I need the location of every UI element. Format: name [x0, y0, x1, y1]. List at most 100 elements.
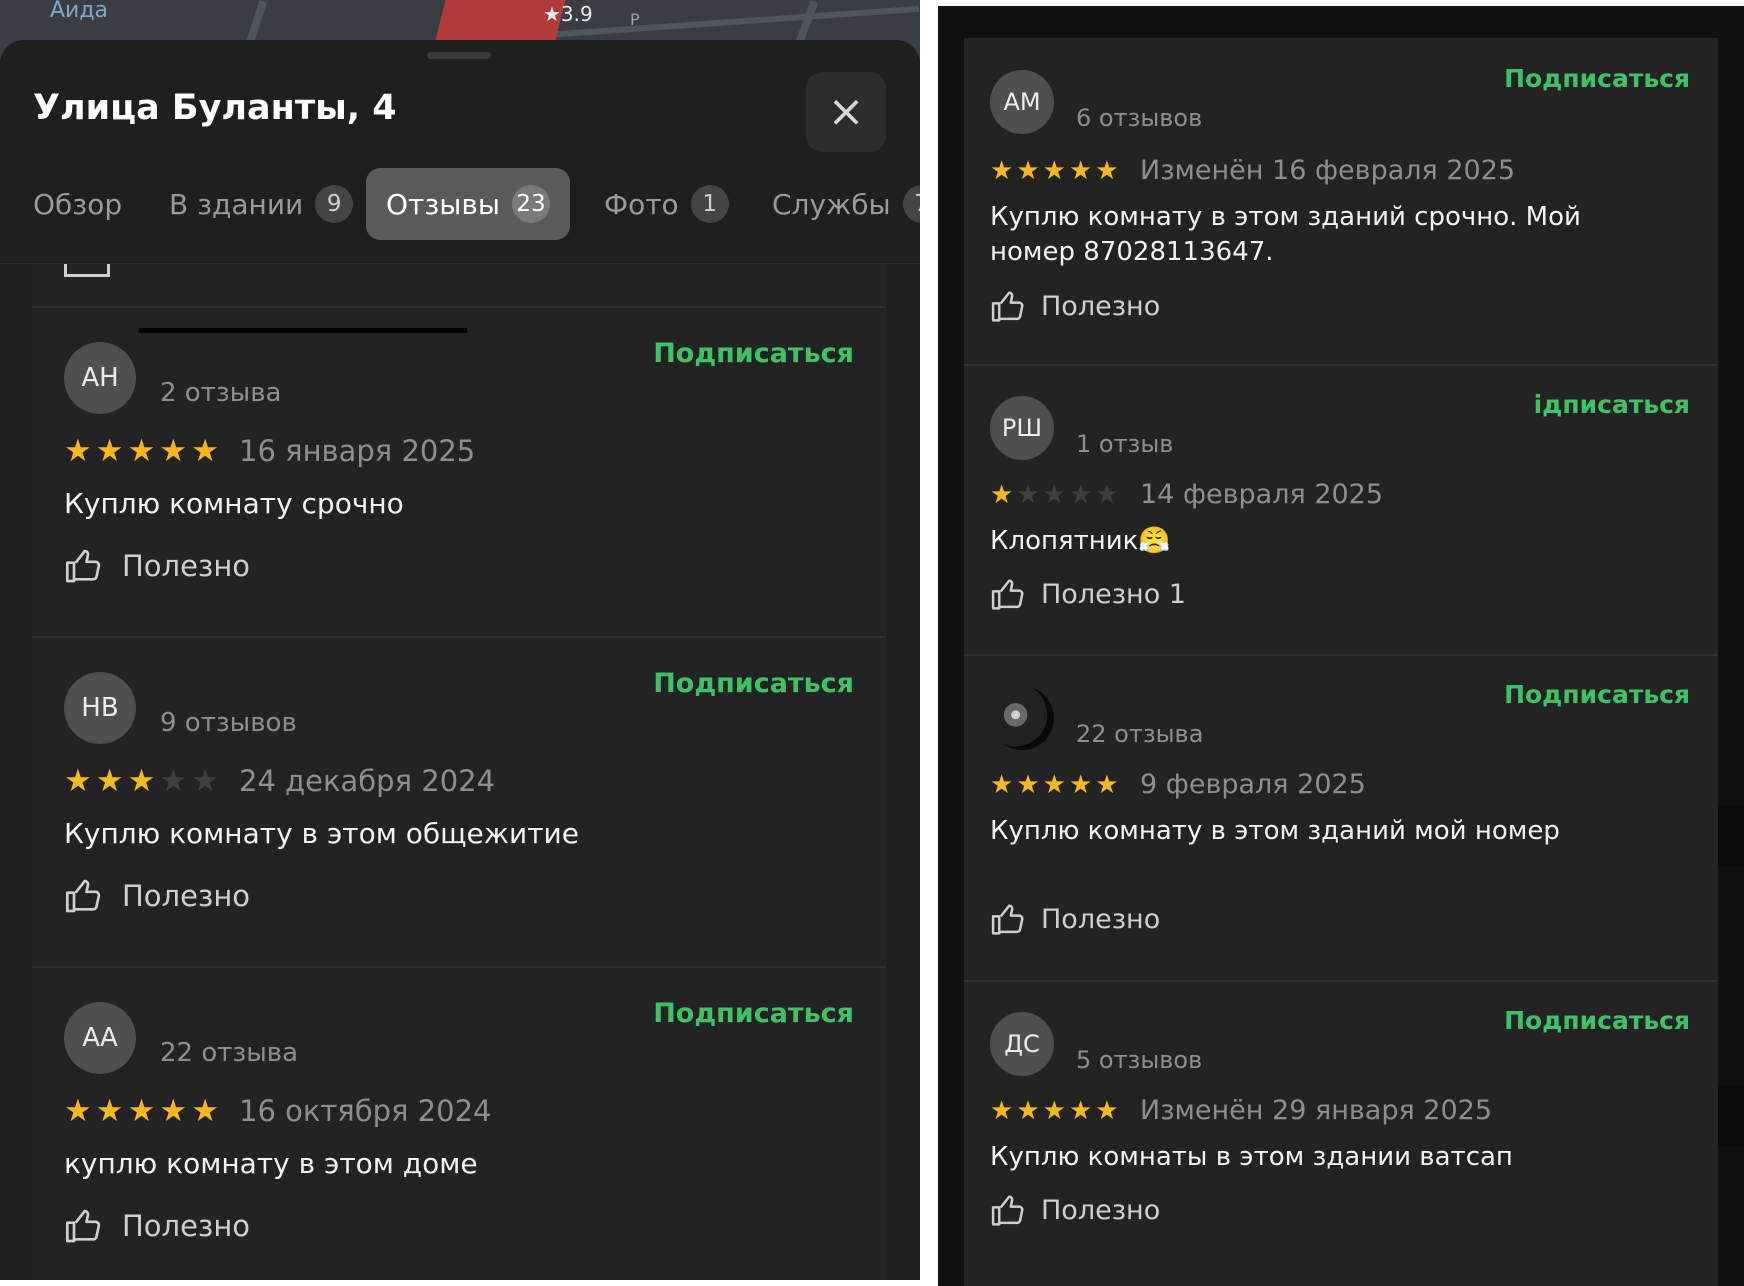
thumbs-up-icon	[66, 879, 101, 913]
star-filled-icon: ★	[990, 156, 1014, 186]
star-filled-icon: ★	[159, 433, 188, 469]
star-filled-icon: ★	[1042, 770, 1066, 800]
helpful-button[interactable]: Полезно	[64, 546, 250, 586]
map-rating-label: ★3.9	[543, 2, 593, 26]
tab-label: Службы	[772, 187, 891, 221]
star-filled-icon: ★	[191, 433, 219, 469]
tab-bar: Обзор В здании 9 Отзывы 23 Фото 1 Службы 7	[0, 168, 920, 240]
tab-photo[interactable]: Фото 1	[604, 168, 729, 240]
helpful-label: Полезно	[122, 1209, 251, 1243]
avatar[interactable]: НВ	[64, 672, 136, 744]
avatar[interactable]: РШ	[990, 396, 1054, 460]
drag-handle[interactable]	[427, 52, 491, 59]
star-filled-icon: ★	[127, 433, 156, 469]
edge-marker	[1718, 1086, 1744, 1146]
avatar[interactable]: ДС	[990, 1012, 1054, 1076]
review-list[interactable]: АН 2 отзыва Подписаться ★ ★ ★ ★ ★ 16 января …	[32, 264, 886, 1280]
tab-services[interactable]: Службы 7	[772, 168, 920, 240]
review-count: 5 отзывов	[1076, 1046, 1203, 1074]
review-text: Куплю комнаты в этом здании ватсап	[990, 1142, 1513, 1172]
review-card: ДС 5 отзывов Подписаться ★ ★ ★ ★ ★ Изменён 2…	[964, 980, 1718, 1274]
star-filled-icon: ★	[990, 770, 1014, 800]
helpful-button[interactable]: Полезно	[990, 1192, 1160, 1229]
star-filled-icon: ★	[1016, 1096, 1040, 1126]
star-rating: ★ ★ ★ ★ ★	[990, 1098, 1119, 1124]
review-count: 22 отзыва	[160, 1038, 299, 1068]
helpful-label: Полезно	[122, 549, 251, 583]
review-card: АМ 6 отзывов Подписаться ★ ★ ★ ★ ★ Изменён 1…	[964, 38, 1718, 364]
review-date: 9 февраля 2025	[1140, 769, 1366, 800]
review-card: РШ 1 отзыв ідписаться ★ ★ ★ ★ ★ 14 февраля 2…	[964, 364, 1718, 656]
tab-label: Отзывы	[386, 187, 500, 221]
edge-marker	[1718, 806, 1744, 866]
subscribe-button[interactable]: Подписаться	[1504, 64, 1690, 93]
star-filled-icon: ★	[1016, 770, 1040, 800]
helpful-label: Полезно	[1041, 291, 1161, 322]
helpful-button[interactable]: Полезно 1	[990, 576, 1186, 613]
review-count: 2 отзыва	[160, 378, 282, 408]
star-filled-icon: ★	[1042, 156, 1066, 186]
helpful-button[interactable]: Полезно	[990, 288, 1160, 325]
close-icon: ×	[827, 86, 865, 137]
thumbs-up-icon	[64, 264, 110, 277]
subscribe-button[interactable]: Подписаться	[653, 338, 854, 369]
thumbs-up-icon	[66, 1209, 101, 1243]
thumbs-up-icon	[991, 579, 1024, 610]
review-date: 14 февраля 2025	[1140, 479, 1384, 510]
avatar[interactable]: АА	[64, 1002, 136, 1074]
helpful-label: Полезно 1	[1041, 579, 1186, 610]
helpful-button[interactable]: Полезно	[64, 1206, 250, 1246]
star-filled-icon: ★	[1095, 156, 1119, 186]
review-card: АА 22 отзыва Подписаться ★ ★ ★ ★ ★ 16 октябр…	[32, 966, 886, 1280]
subscribe-button[interactable]: Подписаться	[1504, 680, 1690, 709]
review-date: 16 октября 2024	[239, 1094, 492, 1128]
review-count: 22 отзыва	[1076, 720, 1204, 748]
review-text: Куплю комнату в этом общежитие	[64, 817, 579, 850]
star-filled-icon: ★	[159, 1093, 188, 1129]
avatar[interactable]: АМ	[990, 70, 1054, 134]
star-filled-icon: ★	[990, 480, 1014, 510]
review-list[interactable]: АМ 6 отзывов Подписаться ★ ★ ★ ★ ★ Изменён 1…	[964, 38, 1718, 1286]
helpful-button[interactable]: Полезно	[990, 901, 1160, 938]
helpful-label: Полезно	[1041, 1195, 1161, 1226]
star-rating: ★ ★ ★ ★ ★	[990, 482, 1119, 508]
star-filled-icon: ★	[95, 763, 124, 799]
star-empty-icon: ★	[1042, 480, 1066, 510]
star-filled-icon: ★	[1095, 1096, 1119, 1126]
subscribe-button[interactable]: Подписаться	[653, 668, 854, 699]
helpful-button[interactable]: Полезно	[64, 876, 250, 916]
star-filled-icon: ★	[127, 1093, 156, 1129]
review-card: НВ 9 отзывов Подписаться ★ ★ ★ ★ ★ 24 декабр…	[32, 636, 886, 968]
left-screenshot: Аида ★3.9 P Улица Буланты, 4 × Обзор В з…	[0, 0, 920, 1280]
star-filled-icon: ★	[1068, 156, 1093, 186]
page-title: Улица Буланты, 4	[33, 88, 397, 128]
star-rating: ★ ★ ★ ★ ★	[990, 158, 1119, 184]
star-empty-icon: ★	[1068, 480, 1093, 510]
review-count: 9 отзывов	[160, 708, 297, 738]
tab-overview[interactable]: Обзор	[33, 168, 122, 240]
review-count: 1 отзыв	[1076, 430, 1174, 458]
review-text: Клопятник😤	[990, 526, 1171, 556]
tab-reviews[interactable]: Отзывы 23	[366, 168, 570, 240]
subscribe-button[interactable]: Подписаться	[1504, 1006, 1690, 1035]
review-text: куплю комнату в этом доме	[64, 1147, 478, 1180]
subscribe-button[interactable]: ідписаться	[1534, 390, 1690, 419]
tab-in-building[interactable]: В здании 9	[169, 168, 354, 240]
review-date: 24 декабря 2024	[239, 764, 496, 798]
subscribe-button[interactable]: Подписаться	[653, 998, 854, 1029]
redaction-bar	[139, 328, 467, 333]
star-filled-icon: ★	[64, 1093, 92, 1129]
star-empty-icon: ★	[159, 763, 188, 799]
star-filled-icon: ★	[1068, 770, 1093, 800]
avatar[interactable]: АН	[64, 342, 136, 414]
review-text: Куплю комнату срочно	[64, 487, 404, 520]
close-button[interactable]: ×	[806, 72, 886, 152]
avatar-photo[interactable]	[990, 686, 1054, 750]
tab-count-badge: 23	[511, 185, 550, 223]
thumbs-up-icon	[991, 904, 1024, 935]
star-filled-icon: ★	[64, 763, 92, 799]
star-filled-icon: ★	[1042, 1096, 1066, 1126]
star-filled-icon: ★	[1095, 770, 1119, 800]
helpful-label: Полезно	[122, 879, 251, 913]
helpful-label: Полезно	[1041, 904, 1161, 935]
